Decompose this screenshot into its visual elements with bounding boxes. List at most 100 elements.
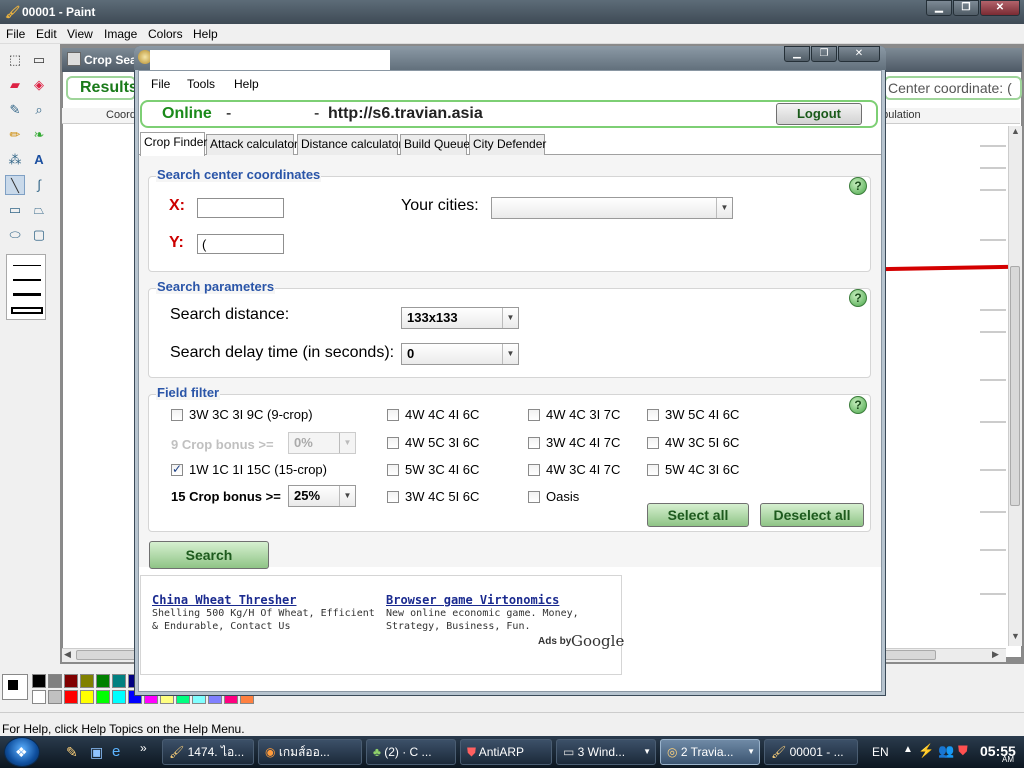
your-cities-select[interactable]: ▼ <box>491 197 733 219</box>
curve-icon[interactable]: ∫ <box>29 175 49 195</box>
rect-select-icon[interactable]: ▭ <box>29 50 49 70</box>
cf-minimize-button[interactable]: ▁ <box>784 46 810 62</box>
checkbox-5w3c4i6c[interactable] <box>387 464 399 476</box>
quicklaunch-desktop-icon[interactable]: ▣ <box>90 744 103 761</box>
magnifier-icon[interactable]: ⌕ <box>29 100 49 120</box>
line-width-selector[interactable] <box>6 254 46 320</box>
search-button[interactable]: Search <box>149 541 269 569</box>
search-delay-select[interactable]: 0 ▼ <box>401 343 519 365</box>
pencil-icon[interactable]: ✏ <box>5 125 25 145</box>
palette-swatch[interactable] <box>80 674 94 688</box>
palette-swatch[interactable] <box>96 674 110 688</box>
tray-shield-icon[interactable]: ⛊ <box>958 743 968 759</box>
rounded-rect-icon[interactable]: ▢ <box>29 225 49 245</box>
cf-menu-file[interactable]: File <box>151 77 170 91</box>
quicklaunch-notepad-icon[interactable]: ✎ <box>66 744 78 761</box>
checkbox-4w3c4i7c[interactable] <box>528 464 540 476</box>
text-tool-icon[interactable]: A <box>29 150 49 170</box>
tab-crop-finder[interactable]: Crop Finder <box>140 132 207 156</box>
vertical-scroll-thumb[interactable] <box>1010 266 1020 506</box>
checkbox-3w5c4i6c[interactable] <box>647 409 659 421</box>
palette-swatch[interactable] <box>48 690 62 704</box>
select-all-button[interactable]: Select all <box>647 503 749 527</box>
logout-button[interactable]: Logout <box>776 103 862 125</box>
taskbar-item-1[interactable]: 🖌 1474. ไอ... <box>162 739 254 765</box>
taskbar-item-4[interactable]: ⛊ AntiARP <box>460 739 552 765</box>
tab-city-defender[interactable]: City Defender <box>469 134 546 155</box>
palette-swatch[interactable] <box>64 674 78 688</box>
polygon-icon[interactable]: ⏢ <box>29 200 49 220</box>
tray-expand-icon[interactable]: ▲ <box>903 744 913 755</box>
help-icon[interactable]: ? <box>849 177 867 195</box>
taskbar-item-2[interactable]: ◉ เกมส์ออ... <box>258 739 362 765</box>
tab-distance-calculator[interactable]: Distance calculator <box>297 134 402 155</box>
quicklaunch-more-icon[interactable]: » <box>140 741 147 755</box>
search-distance-select[interactable]: 133x133 ▼ <box>401 307 519 329</box>
cf-close-button[interactable]: ✕ <box>838 46 880 62</box>
ads-by-label[interactable]: Ads by <box>538 636 571 647</box>
palette-swatch[interactable] <box>96 690 110 704</box>
checkbox-4w5c3i6c[interactable] <box>387 437 399 449</box>
close-button[interactable]: ✕ <box>980 0 1020 16</box>
menu-image[interactable]: Image <box>104 27 137 41</box>
select-15-crop-bonus[interactable]: 25% ▼ <box>288 485 356 507</box>
checkbox-oasis[interactable] <box>528 491 540 503</box>
deselect-all-button[interactable]: Deselect all <box>760 503 864 527</box>
palette-swatch[interactable] <box>112 674 126 688</box>
checkbox-4w4c3i7c[interactable] <box>528 409 540 421</box>
start-button[interactable]: ❖ <box>4 737 40 767</box>
help-icon[interactable]: ? <box>849 289 867 307</box>
palette-swatch[interactable] <box>64 690 78 704</box>
y-coordinate-input[interactable] <box>197 234 284 254</box>
checkbox-5w4c3i6c[interactable] <box>647 464 659 476</box>
rectangle-icon[interactable]: ▭ <box>5 200 25 220</box>
tab-build-queue[interactable]: Build Queue <box>400 134 470 155</box>
x-coordinate-input[interactable] <box>197 198 284 218</box>
taskbar-item-7[interactable]: 🖌 00001 - ... <box>764 739 858 765</box>
tray-network-icon[interactable]: ⚡ <box>918 743 934 759</box>
palette-swatch[interactable] <box>80 690 94 704</box>
language-indicator[interactable]: EN <box>872 745 889 759</box>
checkbox-15-crop[interactable] <box>171 462 183 476</box>
field-filter-legend: Field filter <box>156 385 221 400</box>
cf-menu-tools[interactable]: Tools <box>187 77 215 91</box>
menu-help[interactable]: Help <box>193 27 218 41</box>
checkbox-9-crop[interactable] <box>171 409 183 421</box>
checkbox-4w3c5i6c[interactable] <box>647 437 659 449</box>
palette-swatch[interactable] <box>32 690 46 704</box>
tab-attack-calculator[interactable]: Attack calculator <box>206 134 298 155</box>
ad2-title-link[interactable]: Browser game Virtonomics <box>386 593 559 607</box>
taskbar-item-6-active[interactable]: ◎ 2 Travia... ▼ <box>660 739 760 765</box>
taskbar-item-5[interactable]: ▭ 3 Wind... ▼ <box>556 739 656 765</box>
cf-maximize-button[interactable]: ❐ <box>811 46 837 62</box>
current-colors[interactable] <box>2 674 28 700</box>
checkbox-3w4c5i6c[interactable] <box>387 491 399 503</box>
eraser-icon[interactable]: ▰ <box>5 75 25 95</box>
free-select-icon[interactable]: ⬚ <box>5 50 25 70</box>
maximize-button[interactable]: ❐ <box>953 0 979 16</box>
google-logo[interactable]: Google <box>571 632 624 650</box>
ellipse-icon[interactable]: ⬭ <box>5 225 25 245</box>
checkbox-3w4c4i7c[interactable] <box>528 437 540 449</box>
fill-icon[interactable]: ◈ <box>29 75 49 95</box>
menu-edit[interactable]: Edit <box>36 27 57 41</box>
help-icon[interactable]: ? <box>849 396 867 414</box>
menu-colors[interactable]: Colors <box>148 27 183 41</box>
tray-users-icon[interactable]: 👥 <box>938 743 954 759</box>
ad1-title-link[interactable]: China Wheat Thresher <box>152 593 297 607</box>
checkbox-4w4c4i6c[interactable] <box>387 409 399 421</box>
line-icon[interactable]: ╲ <box>5 175 25 195</box>
color-picker-icon[interactable]: ✎ <box>5 100 25 120</box>
minimize-button[interactable]: ▁ <box>926 0 952 16</box>
quicklaunch-ie-icon[interactable]: e <box>112 743 120 760</box>
airbrush-icon[interactable]: ⁂ <box>5 150 25 170</box>
palette-swatch[interactable] <box>32 674 46 688</box>
menu-view[interactable]: View <box>67 27 93 41</box>
palette-swatch[interactable] <box>112 690 126 704</box>
cf-menu-help[interactable]: Help <box>234 77 259 91</box>
taskbar-item-3[interactable]: ♣ (2) · C ... <box>366 739 456 765</box>
brush-icon[interactable]: ❧ <box>29 125 49 145</box>
palette-swatch[interactable] <box>48 674 62 688</box>
vertical-scrollbar[interactable]: ▲ ▼ <box>1008 126 1022 646</box>
menu-file[interactable]: File <box>6 27 25 41</box>
